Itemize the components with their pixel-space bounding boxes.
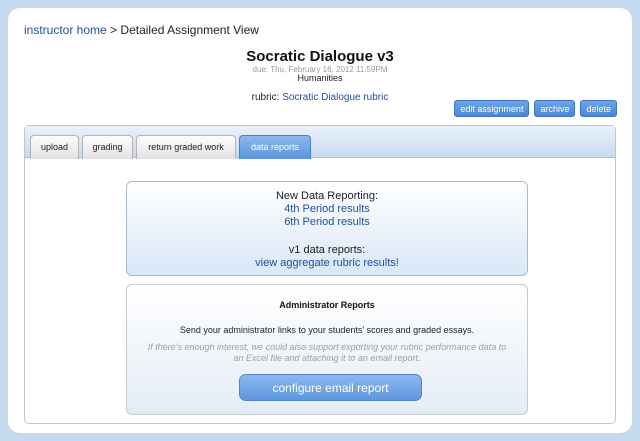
edit-assignment-button[interactable]: edit assignment	[454, 100, 530, 117]
instructor-home-link[interactable]: instructor home	[24, 23, 107, 37]
breadcrumb-separator: >	[110, 23, 118, 37]
configure-email-report-button[interactable]: configure email report	[239, 374, 422, 401]
new-data-reporting-heading: New Data Reporting:	[275, 190, 379, 202]
assignment-actions: edit assignment archive delete	[454, 100, 617, 117]
assignment-title: Socratic Dialogue v3	[246, 48, 394, 65]
tab-return-graded-work[interactable]: return graded work	[136, 135, 236, 159]
aggregate-rubric-results-link[interactable]: view aggregate rubric results!	[255, 257, 399, 269]
data-reporting-box: New Data Reporting: 4th Period results 6…	[126, 181, 528, 276]
v1-data-reports-heading: v1 data reports:	[288, 244, 366, 256]
breadcrumb: instructor home > Detailed Assignment Vi…	[24, 23, 259, 37]
delete-button[interactable]: delete	[580, 100, 617, 117]
tab-grading[interactable]: grading	[82, 135, 133, 159]
tab-upload[interactable]: upload	[30, 135, 79, 159]
tab-panel: upload grading return graded work data r…	[24, 125, 616, 424]
tab-bar: upload grading return graded work data r…	[25, 126, 615, 159]
rubric-label: rubric:	[251, 92, 280, 103]
admin-reports-description: Send your administrator links to your st…	[179, 325, 475, 335]
admin-reports-note: If there's enough interest, we could als…	[147, 342, 507, 363]
period-6-results-link[interactable]: 6th Period results	[284, 216, 370, 228]
archive-button[interactable]: archive	[534, 100, 576, 117]
rubric-link[interactable]: Socratic Dialogue rubric	[282, 92, 388, 103]
main-frame: instructor home > Detailed Assignment Vi…	[8, 8, 632, 433]
administrator-reports-box: Administrator Reports Send your administ…	[126, 284, 528, 415]
tab-data-reports[interactable]: data reports	[239, 135, 311, 159]
subject-label: Humanities	[297, 73, 343, 83]
admin-reports-title: Administrator Reports	[279, 300, 375, 310]
period-4-results-link[interactable]: 4th Period results	[284, 203, 370, 215]
breadcrumb-current: Detailed Assignment View	[120, 23, 259, 37]
